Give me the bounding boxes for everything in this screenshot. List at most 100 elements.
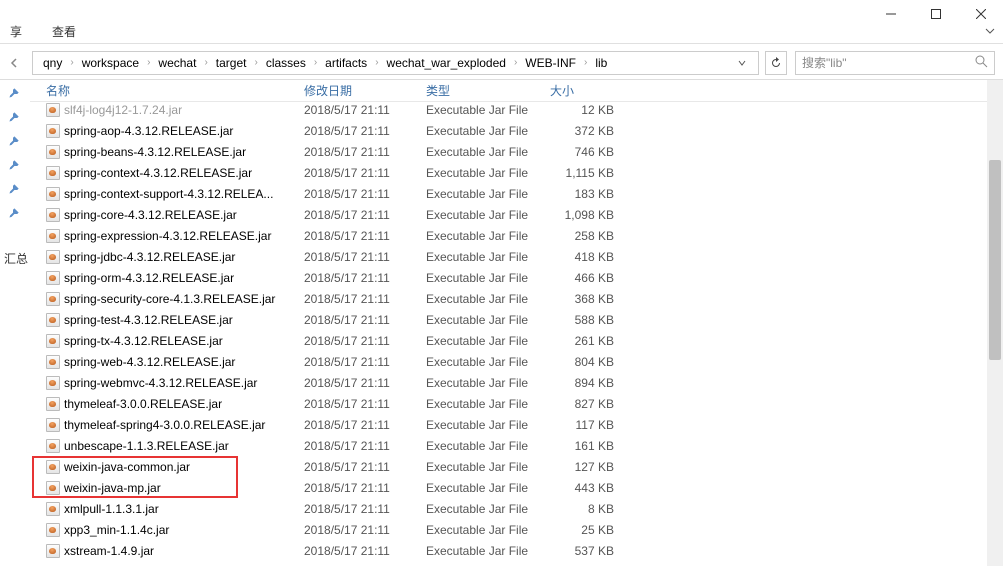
crumb-classes[interactable]: classes [262,56,310,70]
file-row[interactable]: thymeleaf-3.0.0.RELEASE.jar2018/5/17 21:… [30,393,1003,414]
file-name: weixin-java-mp.jar [64,481,304,495]
file-date: 2018/5/17 21:11 [304,355,426,369]
ribbon-toggle-icon[interactable] [985,25,995,39]
file-row[interactable]: spring-jdbc-4.3.12.RELEASE.jar2018/5/17 … [30,246,1003,267]
chevron-right-icon: › [375,57,378,68]
menu-view[interactable]: 查看 [52,23,76,40]
file-row[interactable]: spring-beans-4.3.12.RELEASE.jar2018/5/17… [30,141,1003,162]
column-name-header[interactable]: 名称 [46,82,304,99]
vertical-scrollbar[interactable] [987,80,1003,566]
column-date-header[interactable]: 修改日期 [304,82,426,99]
crumb-exploded[interactable]: wechat_war_exploded [383,56,510,70]
jar-file-icon [46,355,64,369]
quick-access-label: 汇总 [4,250,28,267]
file-date: 2018/5/17 21:11 [304,439,426,453]
nav-back-button[interactable] [0,58,28,68]
file-row[interactable]: spring-orm-4.3.12.RELEASE.jar2018/5/17 2… [30,267,1003,288]
file-name: thymeleaf-3.0.0.RELEASE.jar [64,397,304,411]
crumb-artifacts[interactable]: artifacts [321,56,371,70]
crumb-qny[interactable]: qny [39,56,66,70]
file-size: 466 KB [550,271,622,285]
refresh-button[interactable] [765,51,787,75]
file-size: 804 KB [550,355,622,369]
search-icon[interactable] [975,55,988,71]
file-name: spring-context-support-4.3.12.RELEA... [64,187,304,201]
file-row[interactable]: spring-web-4.3.12.RELEASE.jar2018/5/17 2… [30,351,1003,372]
search-input[interactable]: 搜索"lib" [795,51,995,75]
file-name: thymeleaf-spring4-3.0.0.RELEASE.jar [64,418,304,432]
jar-file-icon [46,376,64,390]
file-row[interactable]: unbescape-1.1.3.RELEASE.jar2018/5/17 21:… [30,435,1003,456]
crumb-wechat[interactable]: wechat [154,56,200,70]
file-row[interactable]: spring-core-4.3.12.RELEASE.jar2018/5/17 … [30,204,1003,225]
file-row[interactable]: spring-security-core-4.1.3.RELEASE.jar20… [30,288,1003,309]
file-name: xpp3_min-1.1.4c.jar [64,523,304,537]
file-row[interactable]: spring-tx-4.3.12.RELEASE.jar2018/5/17 21… [30,330,1003,351]
menu-share[interactable]: 享 [10,23,22,40]
breadcrumb-dropdown-icon[interactable] [738,56,746,70]
file-size: 372 KB [550,124,622,138]
file-row[interactable]: spring-context-4.3.12.RELEASE.jar2018/5/… [30,162,1003,183]
file-date: 2018/5/17 21:11 [304,271,426,285]
file-date: 2018/5/17 21:11 [304,187,426,201]
file-type: Executable Jar File [426,208,550,222]
file-row[interactable]: xmlpull-1.1.3.1.jar2018/5/17 21:11Execut… [30,498,1003,519]
file-row[interactable]: spring-expression-4.3.12.RELEASE.jar2018… [30,225,1003,246]
file-size: 1,098 KB [550,208,622,222]
breadcrumb[interactable]: qny› workspace› wechat› target› classes›… [32,51,759,75]
file-list[interactable]: slf4j-log4j12-1.7.24.jar2018/5/17 21:11E… [30,102,1003,561]
pin-icon[interactable] [7,112,23,128]
jar-file-icon [46,145,64,159]
file-type: Executable Jar File [426,523,550,537]
columns-header: 名称 修改日期 类型 大小 [30,80,1003,102]
file-size: 261 KB [550,334,622,348]
scroll-thumb[interactable] [989,160,1001,360]
file-row[interactable]: xstream-1.4.9.jar2018/5/17 21:11Executab… [30,540,1003,561]
file-name: spring-beans-4.3.12.RELEASE.jar [64,145,304,159]
pin-icon[interactable] [7,136,23,152]
file-name: spring-tx-4.3.12.RELEASE.jar [64,334,304,348]
crumb-webinf[interactable]: WEB-INF [521,56,580,70]
pin-icon[interactable] [7,184,23,200]
file-name: xstream-1.4.9.jar [64,544,304,558]
chevron-right-icon: › [147,57,150,68]
file-type: Executable Jar File [426,355,550,369]
pin-icon[interactable] [7,208,23,224]
crumb-workspace[interactable]: workspace [78,56,143,70]
file-row[interactable]: spring-context-support-4.3.12.RELEA...20… [30,183,1003,204]
file-name: spring-test-4.3.12.RELEASE.jar [64,313,304,327]
file-date: 2018/5/17 21:11 [304,397,426,411]
crumb-target[interactable]: target [212,56,251,70]
file-size: 12 KB [550,103,622,117]
file-type: Executable Jar File [426,271,550,285]
jar-file-icon [46,292,64,306]
chevron-right-icon: › [254,57,257,68]
file-type: Executable Jar File [426,229,550,243]
jar-file-icon [46,250,64,264]
file-type: Executable Jar File [426,502,550,516]
jar-file-icon [46,124,64,138]
pin-icon[interactable] [7,88,23,104]
pin-icon[interactable] [7,160,23,176]
file-size: 746 KB [550,145,622,159]
file-row[interactable]: slf4j-log4j12-1.7.24.jar2018/5/17 21:11E… [30,102,1003,120]
file-row[interactable]: xpp3_min-1.1.4c.jar2018/5/17 21:11Execut… [30,519,1003,540]
file-row[interactable]: spring-webmvc-4.3.12.RELEASE.jar2018/5/1… [30,372,1003,393]
file-row[interactable]: weixin-java-mp.jar2018/5/17 21:11Executa… [30,477,1003,498]
file-row[interactable]: spring-test-4.3.12.RELEASE.jar2018/5/17 … [30,309,1003,330]
file-name: spring-security-core-4.1.3.RELEASE.jar [64,292,304,306]
crumb-lib[interactable]: lib [591,56,611,70]
file-list-pane: 名称 修改日期 类型 大小 slf4j-log4j12-1.7.24.jar20… [30,80,1003,566]
file-type: Executable Jar File [426,250,550,264]
chevron-right-icon: › [314,57,317,68]
column-type-header[interactable]: 类型 [426,82,550,99]
file-type: Executable Jar File [426,166,550,180]
file-row[interactable]: weixin-java-common.jar2018/5/17 21:11Exe… [30,456,1003,477]
file-date: 2018/5/17 21:11 [304,544,426,558]
column-size-header[interactable]: 大小 [550,82,622,99]
file-row[interactable]: thymeleaf-spring4-3.0.0.RELEASE.jar2018/… [30,414,1003,435]
jar-file-icon [46,208,64,222]
jar-file-icon [46,439,64,453]
file-row[interactable]: spring-aop-4.3.12.RELEASE.jar2018/5/17 2… [30,120,1003,141]
jar-file-icon [46,334,64,348]
